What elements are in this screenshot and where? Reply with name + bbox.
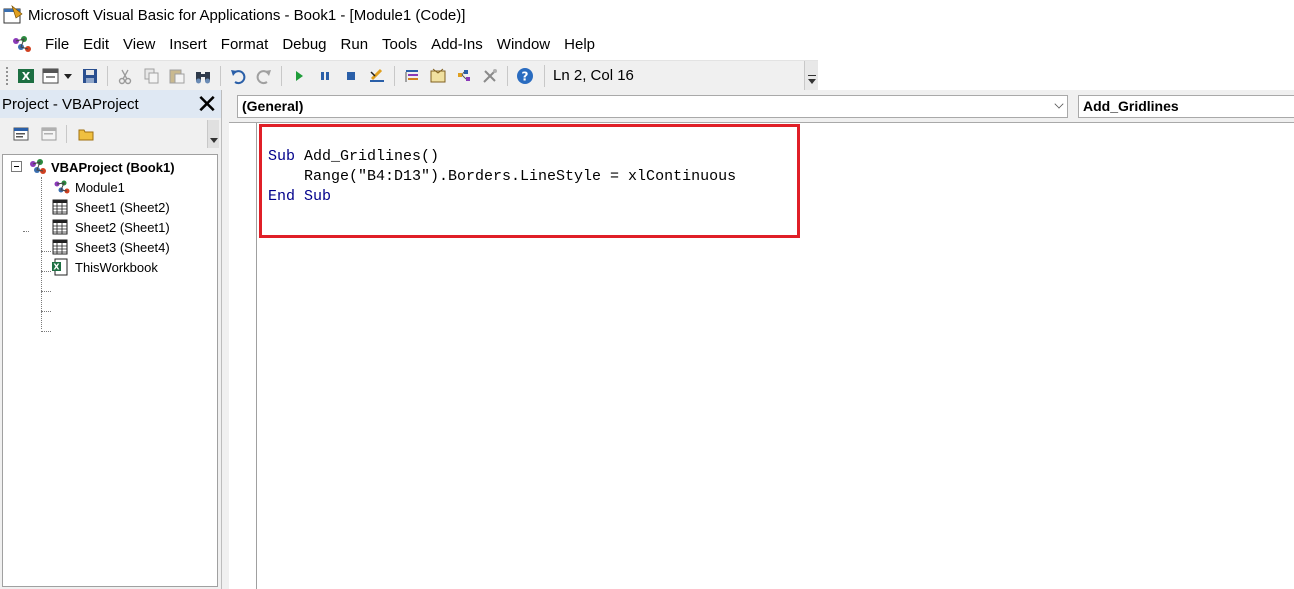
menu-run[interactable]: Run bbox=[334, 33, 376, 57]
tree-item-thisworkbook[interactable]: X ThisWorkbook bbox=[51, 257, 158, 277]
tree-item-sheet2[interactable]: Sheet2 (Sheet1) bbox=[51, 217, 170, 237]
project-explorer-icon[interactable] bbox=[401, 65, 423, 87]
vba-editor-icon bbox=[2, 4, 24, 26]
chevron-down-icon[interactable] bbox=[1054, 99, 1064, 109]
insert-userform-icon[interactable] bbox=[41, 65, 75, 87]
vba-module-icon[interactable] bbox=[8, 33, 38, 57]
title-bar: Microsoft Visual Basic for Applications … bbox=[0, 0, 1294, 30]
view-excel-icon[interactable]: X bbox=[15, 65, 37, 87]
object-dropdown-value: (General) bbox=[242, 98, 304, 114]
undo-icon[interactable] bbox=[227, 65, 249, 87]
code-window-header: (General) Add_Gridlines bbox=[229, 90, 1294, 122]
worksheet-icon bbox=[51, 238, 71, 256]
toolbox-icon[interactable] bbox=[479, 65, 501, 87]
toolbar-separator bbox=[394, 65, 395, 86]
project-tree: VBAProject (Book1) Module1 Sheet1 (Sheet… bbox=[2, 154, 218, 587]
menu-window[interactable]: Window bbox=[490, 33, 557, 57]
tree-connector bbox=[41, 291, 51, 292]
break-icon[interactable] bbox=[314, 65, 336, 87]
cursor-position: Ln 2, Col 16 bbox=[544, 64, 784, 87]
menu-help[interactable]: Help bbox=[557, 33, 602, 57]
menu-edit[interactable]: Edit bbox=[76, 33, 116, 57]
menu-add-ins[interactable]: Add-Ins bbox=[424, 33, 490, 57]
project-explorer-title: Project - VBAProject bbox=[2, 95, 139, 113]
menu-insert[interactable]: Insert bbox=[162, 33, 214, 57]
menu-format[interactable]: Format bbox=[214, 33, 276, 57]
standard-toolbar: X ? Ln 2, Col 16 bbox=[0, 60, 818, 91]
svg-text:X: X bbox=[53, 263, 60, 272]
close-icon[interactable]: ✕ bbox=[195, 91, 219, 117]
redo-icon[interactable] bbox=[253, 65, 275, 87]
window-title: Microsoft Visual Basic for Applications … bbox=[28, 6, 466, 24]
toolbar-separator bbox=[220, 65, 221, 86]
tree-item-label: Sheet3 (Sheet4) bbox=[75, 239, 170, 255]
help-icon[interactable]: ? bbox=[514, 65, 536, 87]
pane-toolbar-options-icon[interactable] bbox=[207, 120, 219, 148]
project-explorer-toolbar bbox=[0, 118, 221, 150]
view-object-icon[interactable] bbox=[38, 123, 60, 145]
menu-tools[interactable]: Tools bbox=[375, 33, 424, 57]
object-browser-icon[interactable] bbox=[453, 65, 475, 87]
toolbar-separator bbox=[66, 125, 67, 143]
breakpoint-margin[interactable] bbox=[229, 123, 257, 589]
reset-icon[interactable] bbox=[340, 65, 362, 87]
cut-icon[interactable] bbox=[114, 65, 136, 87]
tree-item-label: Sheet1 (Sheet2) bbox=[75, 199, 170, 215]
tree-connector bbox=[41, 177, 42, 329]
tree-item-label: Module1 bbox=[75, 179, 125, 195]
view-code-icon[interactable] bbox=[10, 123, 32, 145]
tree-item-label: VBAProject (Book1) bbox=[51, 159, 175, 175]
splitter[interactable] bbox=[222, 90, 229, 589]
procedure-dropdown[interactable]: Add_Gridlines bbox=[1078, 95, 1294, 118]
svg-text:?: ? bbox=[522, 69, 529, 83]
tree-connector bbox=[41, 251, 51, 252]
menu-file[interactable]: File bbox=[38, 33, 76, 57]
tree-item-label: Sheet2 (Sheet1) bbox=[75, 219, 170, 235]
object-dropdown[interactable]: (General) bbox=[237, 95, 1068, 118]
module-icon bbox=[51, 178, 71, 196]
menu-debug[interactable]: Debug bbox=[275, 33, 333, 57]
toolbar-separator bbox=[281, 65, 282, 86]
save-icon[interactable] bbox=[79, 65, 101, 87]
tree-item-label: ThisWorkbook bbox=[75, 259, 158, 275]
tree-connector bbox=[41, 271, 51, 272]
worksheet-icon bbox=[51, 198, 71, 216]
tree-item-module1[interactable]: Module1 bbox=[51, 177, 125, 197]
tree-item-sheet1[interactable]: Sheet1 (Sheet2) bbox=[51, 197, 170, 217]
run-icon[interactable] bbox=[288, 65, 310, 87]
find-icon[interactable] bbox=[192, 65, 214, 87]
toolbar-separator bbox=[507, 65, 508, 86]
menu-bar: File Edit View Insert Format Debug Run T… bbox=[0, 30, 1294, 60]
project-explorer: Project - VBAProject ✕ VBAProject (Book1… bbox=[0, 90, 222, 589]
svg-text:X: X bbox=[22, 70, 31, 83]
procedure-dropdown-value: Add_Gridlines bbox=[1083, 98, 1179, 114]
highlight-box bbox=[259, 124, 800, 238]
tree-item-sheet3[interactable]: Sheet3 (Sheet4) bbox=[51, 237, 170, 257]
vba-project-icon bbox=[27, 158, 47, 176]
worksheet-icon bbox=[51, 218, 71, 236]
tree-connector bbox=[41, 331, 51, 332]
collapse-icon[interactable] bbox=[11, 161, 22, 172]
copy-icon[interactable] bbox=[140, 65, 162, 87]
tree-connector bbox=[41, 311, 51, 312]
toolbar-separator bbox=[107, 65, 108, 86]
toolbar-options-icon[interactable] bbox=[804, 61, 818, 91]
tree-item-vbaproject[interactable]: VBAProject (Book1) bbox=[27, 157, 175, 177]
toggle-folders-icon[interactable] bbox=[75, 123, 97, 145]
toolbar-grip[interactable] bbox=[5, 65, 9, 86]
properties-window-icon[interactable] bbox=[427, 65, 449, 87]
paste-icon[interactable] bbox=[166, 65, 188, 87]
project-explorer-header: Project - VBAProject ✕ bbox=[0, 90, 221, 118]
workbook-icon: X bbox=[51, 258, 71, 276]
design-mode-icon[interactable] bbox=[366, 65, 388, 87]
menu-view[interactable]: View bbox=[116, 33, 162, 57]
tree-connector bbox=[23, 231, 29, 232]
